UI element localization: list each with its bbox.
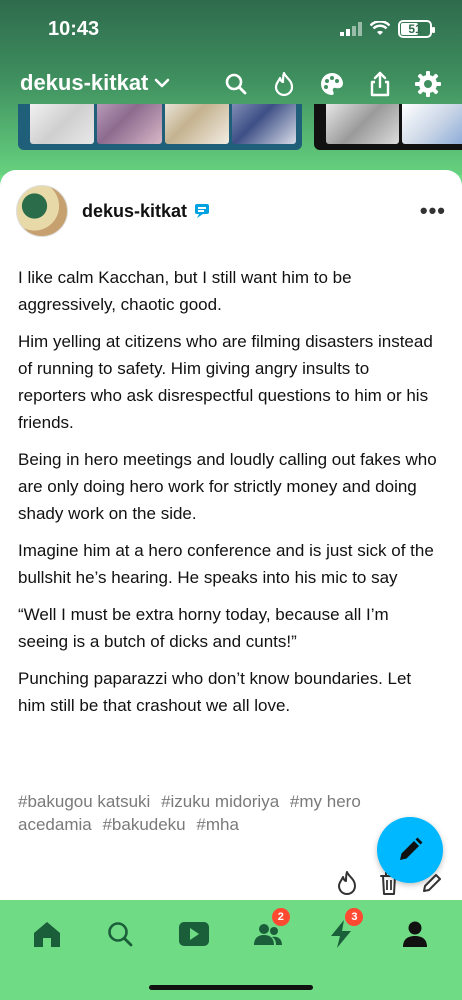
search-icon bbox=[225, 73, 247, 95]
tag-link[interactable]: #bakudeku bbox=[102, 815, 185, 834]
header-image-strip bbox=[18, 104, 302, 150]
home-icon bbox=[33, 922, 60, 947]
nav-home[interactable] bbox=[25, 914, 69, 954]
thumbnail bbox=[30, 104, 95, 144]
compose-button[interactable] bbox=[377, 817, 443, 883]
battery-icon: 51 bbox=[398, 20, 435, 38]
search-button[interactable] bbox=[220, 68, 252, 100]
more-options-button[interactable]: ••• bbox=[420, 198, 446, 224]
avatar[interactable] bbox=[16, 185, 68, 237]
search-icon bbox=[108, 922, 133, 947]
blog-bar: dekus-kitkat bbox=[0, 64, 462, 104]
notification-badge: 2 bbox=[271, 908, 290, 926]
account-icon bbox=[403, 921, 428, 947]
video-icon bbox=[179, 922, 210, 946]
nav-search[interactable] bbox=[98, 914, 142, 954]
chevron-down-icon bbox=[155, 78, 170, 88]
post-author[interactable]: dekus-kitkat bbox=[82, 201, 187, 222]
notification-badge: 3 bbox=[345, 908, 364, 926]
nav-activity[interactable]: 3 bbox=[319, 908, 364, 954]
share-button[interactable] bbox=[364, 68, 396, 100]
post-paragraph: Imagine him at a hero conference and is … bbox=[18, 541, 434, 587]
palette-button[interactable] bbox=[316, 68, 348, 100]
thumbnail bbox=[164, 104, 229, 144]
header-image-strip bbox=[314, 104, 462, 150]
settings-button[interactable] bbox=[412, 68, 444, 100]
flame-icon bbox=[274, 71, 294, 97]
badge-icon bbox=[195, 204, 210, 218]
post-paragraph: Being in hero meetings and loudly callin… bbox=[18, 450, 437, 523]
tag-link[interactable]: #bakugou katsuki bbox=[18, 792, 150, 811]
status-bar: 10:43 51 bbox=[0, 0, 462, 60]
header-thumbnails bbox=[18, 104, 462, 152]
tag-link[interactable]: #mha bbox=[196, 815, 239, 834]
flame-icon[interactable] bbox=[336, 870, 358, 896]
tag-link[interactable]: #izuku midoriya bbox=[161, 792, 279, 811]
post-header: dekus-kitkat ••• bbox=[16, 184, 446, 238]
gear-icon bbox=[415, 71, 441, 97]
nav-account[interactable] bbox=[393, 914, 437, 954]
thumbnail bbox=[401, 104, 462, 144]
nav-community[interactable]: 2 bbox=[246, 908, 290, 954]
thumbnail bbox=[231, 104, 296, 144]
status-time: 10:43 bbox=[48, 18, 100, 40]
signal-icon bbox=[340, 22, 362, 36]
post-paragraph: I like calm Kacchan, but I still want hi… bbox=[18, 268, 352, 314]
wifi-icon bbox=[370, 21, 390, 35]
thumbnail bbox=[326, 104, 399, 144]
blog-name: dekus-kitkat bbox=[20, 70, 149, 95]
bottom-nav: 2 3 bbox=[0, 900, 462, 1000]
thumbnail bbox=[97, 104, 162, 144]
flame-button[interactable] bbox=[268, 68, 300, 100]
home-indicator bbox=[149, 985, 313, 990]
post-body: I like calm Kacchan, but I still want hi… bbox=[18, 264, 438, 729]
post-paragraph: Him yelling at citizens who are filming … bbox=[18, 332, 433, 432]
battery-level: 51 bbox=[408, 22, 422, 36]
post-paragraph: Punching paparazzi who don’t know bounda… bbox=[18, 669, 412, 715]
pencil-icon bbox=[400, 837, 423, 860]
post-tags: #bakugou katsuki #izuku midoriya #my her… bbox=[18, 790, 438, 836]
blog-toolbar bbox=[220, 68, 444, 100]
post-card: dekus-kitkat ••• I like calm Kacchan, bu… bbox=[0, 170, 462, 910]
nav-video[interactable] bbox=[172, 914, 216, 954]
palette-icon bbox=[321, 72, 343, 95]
post-paragraph: “Well I must be extra horny today, becau… bbox=[18, 605, 389, 651]
share-icon bbox=[370, 71, 390, 97]
status-icons: 51 bbox=[340, 20, 435, 38]
blog-switcher[interactable]: dekus-kitkat bbox=[20, 70, 170, 96]
